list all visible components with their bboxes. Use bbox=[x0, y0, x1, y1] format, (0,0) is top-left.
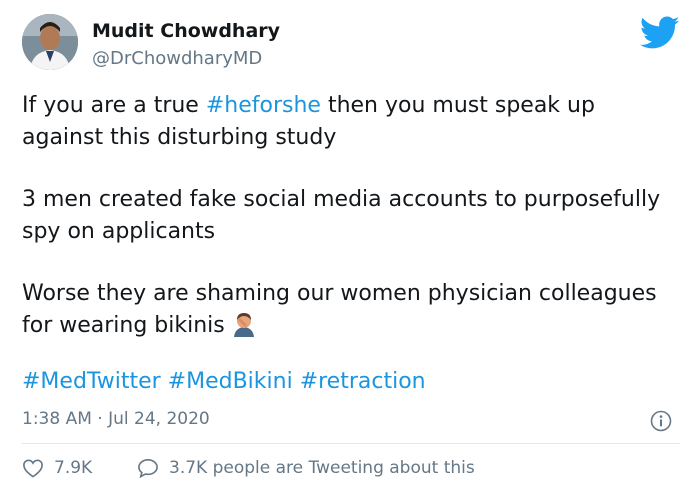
like-button[interactable]: 7.9K bbox=[22, 458, 92, 478]
tweet-text: If you are a true #heforshe then you mus… bbox=[22, 90, 682, 347]
tweet-text-segment: Worse they are shaming our women physici… bbox=[22, 281, 657, 338]
heart-icon bbox=[23, 459, 43, 478]
info-icon[interactable] bbox=[650, 410, 672, 432]
hashtag-medbikini[interactable]: #MedBikini bbox=[168, 369, 293, 394]
author-name[interactable]: Mudit Chowdhary bbox=[92, 20, 280, 42]
hashtag-list: #MedTwitter #MedBikini #retraction bbox=[22, 367, 426, 397]
twitter-bird-icon[interactable] bbox=[640, 16, 680, 50]
tweet-paragraph-3: Worse they are shaming our women physici… bbox=[22, 278, 682, 347]
hashtag-heforshe[interactable]: #heforshe bbox=[206, 93, 321, 118]
like-count: 7.9K bbox=[54, 458, 93, 478]
author-handle[interactable]: @DrChowdharyMD bbox=[92, 48, 262, 69]
tweeting-about-link[interactable]: 3.7K people are Tweeting about this bbox=[137, 458, 475, 478]
author-avatar[interactable] bbox=[22, 14, 78, 70]
tweet-paragraph-1: If you are a true #heforshe then you mus… bbox=[22, 90, 682, 154]
tweet-paragraph-2: 3 men created fake social media accounts… bbox=[22, 187, 661, 244]
tweet-text-segment: If you are a true bbox=[22, 93, 206, 118]
speech-bubble-icon bbox=[138, 458, 158, 478]
tweeting-count: 3.7K people are Tweeting about this bbox=[169, 458, 475, 478]
hashtag-medtwitter[interactable]: #MedTwitter bbox=[22, 369, 161, 394]
tweet-timestamp[interactable]: 1:38 AM · Jul 24, 2020 bbox=[22, 409, 210, 429]
man-facepalming-icon bbox=[231, 311, 257, 347]
divider bbox=[22, 443, 680, 444]
hashtag-retraction[interactable]: #retraction bbox=[300, 369, 426, 394]
